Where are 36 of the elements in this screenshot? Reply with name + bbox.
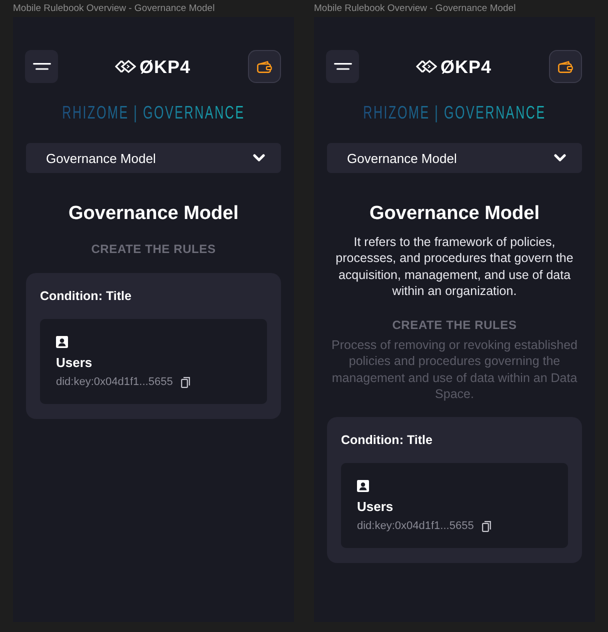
menu-icon (32, 63, 50, 70)
frame-label: Mobile Rulebook Overview - Governance Model (314, 2, 517, 16)
chevron-down-icon (554, 154, 566, 162)
did-text: did:key:0x04d1f1...5655 (56, 375, 173, 390)
section-dropdown[interactable]: Governance Model (327, 143, 582, 173)
frame-label: Mobile Rulebook Overview - Governance Model (13, 2, 216, 16)
wallet-button[interactable] (549, 50, 582, 83)
chevron-down-icon (253, 154, 265, 162)
user-badge-icon (56, 336, 68, 348)
user-badge-icon (357, 480, 369, 492)
copy-icon (482, 520, 491, 532)
logo-icon (115, 60, 136, 73)
menu-button[interactable] (326, 50, 359, 83)
wallet-icon (558, 60, 573, 72)
wallet-button[interactable] (248, 50, 281, 83)
entity-name: Users (56, 355, 94, 371)
logo-text: ØKP4 (440, 56, 492, 76)
page-title: Governance Model (368, 202, 540, 226)
menu-button[interactable] (25, 50, 58, 83)
description-text: It refers to the framework of policies, processes, and procedures that govern the acquisition, management, and use of data within an organization. (334, 234, 574, 300)
page-title: Governance Model (68, 202, 240, 226)
did-text: did:key:0x04d1f1...5655 (357, 519, 474, 534)
logo-text: ØKP4 (139, 56, 191, 76)
entity-name: Users (357, 499, 394, 515)
section-dropdown[interactable]: Governance Model (26, 143, 281, 173)
section-heading: CREATE THE RULES (90, 241, 217, 257)
wallet-icon (257, 60, 272, 72)
section-heading: CREATE THE RULES (391, 316, 518, 333)
condition-title: Condition: Title (341, 432, 434, 448)
section-description: Process of removing or revoking established policies and procedures governing the management and use of data within an Data Space. (330, 336, 578, 403)
copy-button[interactable] (180, 376, 190, 388)
menu-icon (334, 63, 352, 70)
logo-icon (416, 60, 438, 73)
copy-button[interactable] (482, 520, 491, 532)
condition-title: Condition: Title (40, 288, 132, 304)
copy-icon (180, 376, 190, 388)
